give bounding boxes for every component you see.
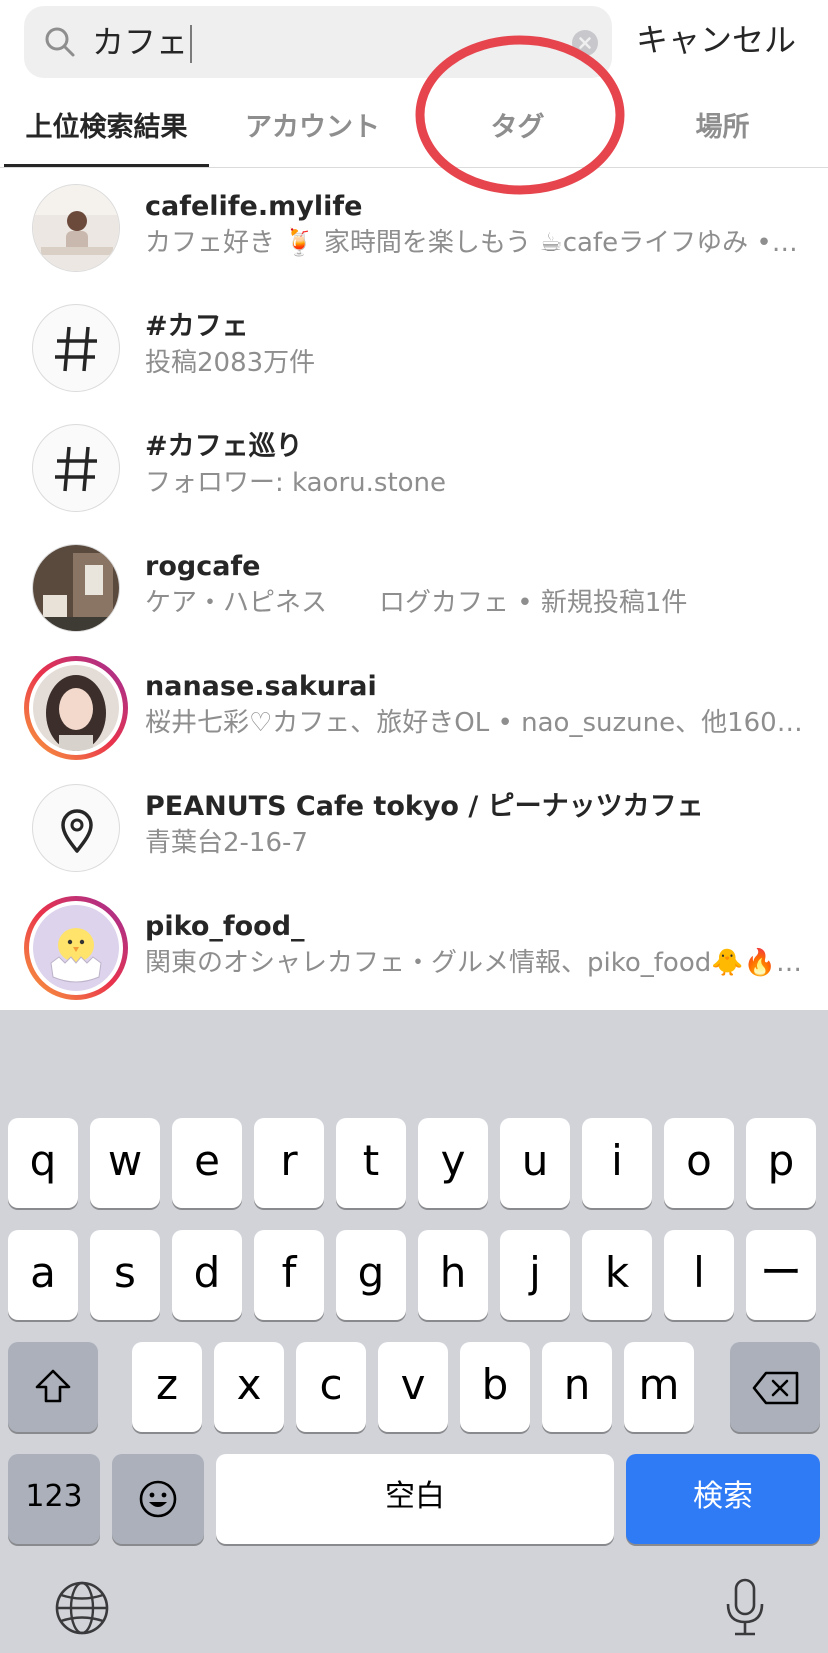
search-tabs: 上位検索結果 アカウント タグ 場所 (0, 98, 828, 168)
avatar-with-story-ring (24, 656, 128, 760)
avatar-photo-icon (33, 665, 119, 751)
shift-arrow-icon (35, 1369, 71, 1403)
result-row[interactable]: nanase.sakurai 桜井七彩♡カフェ、旅好きOL • nao_suzu… (0, 648, 828, 768)
emoji-icon (139, 1480, 177, 1518)
key-r[interactable]: r (254, 1118, 324, 1208)
key-i[interactable]: i (582, 1118, 652, 1208)
key-m[interactable]: m (624, 1342, 694, 1432)
avatar (33, 905, 119, 991)
avatar (32, 184, 120, 272)
avatar-photo-icon (33, 185, 119, 271)
emoji-key[interactable] (112, 1454, 204, 1544)
backspace-key[interactable] (730, 1342, 820, 1432)
hashtag-icon (55, 446, 97, 492)
key-u[interactable]: u (500, 1118, 570, 1208)
result-subtitle: 桜井七彩♡カフェ、旅好きOL • nao_suzune、他160人がフォロー中 (145, 708, 805, 738)
result-title: piko_food_ (145, 911, 305, 942)
hashtag-icon-circle (32, 424, 120, 512)
search-header: カフェ キャンセル (0, 0, 828, 90)
tab-places[interactable]: 場所 (620, 108, 825, 148)
avatar (33, 665, 119, 751)
result-title: cafelife.mylife (145, 191, 363, 222)
location-icon-circle (32, 784, 120, 872)
result-row[interactable]: PEANUTS Cafe tokyo / ピーナッツカフェ 青葉台2-16-7 (0, 768, 828, 888)
result-subtitle: 青葉台2-16-7 (145, 828, 308, 858)
key-y[interactable]: y (418, 1118, 488, 1208)
numbers-key[interactable]: 123 (8, 1454, 100, 1544)
story-ring-gap (29, 901, 123, 995)
chick-avatar-icon (33, 905, 119, 991)
shift-key[interactable] (8, 1342, 98, 1432)
key-e[interactable]: e (172, 1118, 242, 1208)
key-f[interactable]: f (254, 1230, 324, 1320)
tab-accounts[interactable]: アカウント (210, 108, 415, 148)
key-q[interactable]: q (8, 1118, 78, 1208)
result-title: #カフェ巡り (145, 431, 303, 462)
key-g[interactable]: g (336, 1230, 406, 1320)
on-screen-keyboard: q w e r t y u i o p a s d f g h j k l ー … (0, 1010, 828, 1653)
result-row[interactable]: #カフェ巡り フォロワー: kaoru.stone (0, 408, 828, 528)
hashtag-icon-circle (32, 304, 120, 392)
text-caret (190, 25, 193, 63)
key-p[interactable]: p (746, 1118, 816, 1208)
story-ring-gap (29, 661, 123, 755)
key-o[interactable]: o (664, 1118, 734, 1208)
result-subtitle: 関東のオシャレカフェ・グルメ情報、piko_food🐥🔥 • フォロー中 (145, 948, 805, 978)
avatar-photo-icon (33, 545, 119, 631)
key-j[interactable]: j (500, 1230, 570, 1320)
result-subtitle: ケア・ハピネス ログカフェ • 新規投稿1件 (145, 588, 688, 618)
search-query-text: カフェ (92, 20, 193, 64)
result-row[interactable]: rogcafe ケア・ハピネス ログカフェ • 新規投稿1件 (0, 528, 828, 648)
backspace-icon (752, 1371, 799, 1405)
active-tab-indicator (4, 164, 209, 167)
avatar-with-story-ring (24, 896, 128, 1000)
result-title: rogcafe (145, 551, 261, 582)
key-s[interactable]: s (90, 1230, 160, 1320)
tab-top-results[interactable]: 上位検索結果 (4, 108, 209, 148)
cancel-button[interactable]: キャンセル (636, 18, 796, 62)
space-key[interactable]: 空白 (216, 1454, 614, 1544)
result-title: #カフェ (145, 311, 249, 342)
key-t[interactable]: t (336, 1118, 406, 1208)
search-icon (45, 27, 75, 57)
result-subtitle: フォロワー: kaoru.stone (145, 468, 447, 498)
result-row[interactable]: cafelife.mylife カフェ好き 🍹 家時間を楽しもう ☕cafeライ… (0, 168, 828, 288)
key-z[interactable]: z (132, 1342, 202, 1432)
microphone-icon[interactable] (722, 1576, 768, 1640)
search-submit-key[interactable]: 検索 (626, 1454, 820, 1544)
hashtag-icon (55, 326, 97, 372)
key-x[interactable]: x (214, 1342, 284, 1432)
key-n[interactable]: n (542, 1342, 612, 1432)
result-row[interactable]: piko_food_ 関東のオシャレカフェ・グルメ情報、piko_food🐥🔥 … (0, 888, 828, 1008)
key-h[interactable]: h (418, 1230, 488, 1320)
key-long-vowel[interactable]: ー (746, 1230, 816, 1320)
key-k[interactable]: k (582, 1230, 652, 1320)
key-b[interactable]: b (460, 1342, 530, 1432)
key-c[interactable]: c (296, 1342, 366, 1432)
result-title: nanase.sakurai (145, 671, 377, 702)
location-pin-icon (61, 809, 93, 853)
avatar (32, 544, 120, 632)
key-d[interactable]: d (172, 1230, 242, 1320)
key-v[interactable]: v (378, 1342, 448, 1432)
result-subtitle: 投稿2083万件 (145, 348, 316, 378)
result-title: PEANUTS Cafe tokyo / ピーナッツカフェ (145, 791, 704, 822)
globe-icon[interactable] (54, 1580, 110, 1636)
key-w[interactable]: w (90, 1118, 160, 1208)
key-a[interactable]: a (8, 1230, 78, 1320)
result-subtitle: カフェ好き 🍹 家時間を楽しもう ☕cafeライフゆみ • フォローしています (145, 228, 805, 258)
result-row[interactable]: #カフェ 投稿2083万件 (0, 288, 828, 408)
key-l[interactable]: l (664, 1230, 734, 1320)
